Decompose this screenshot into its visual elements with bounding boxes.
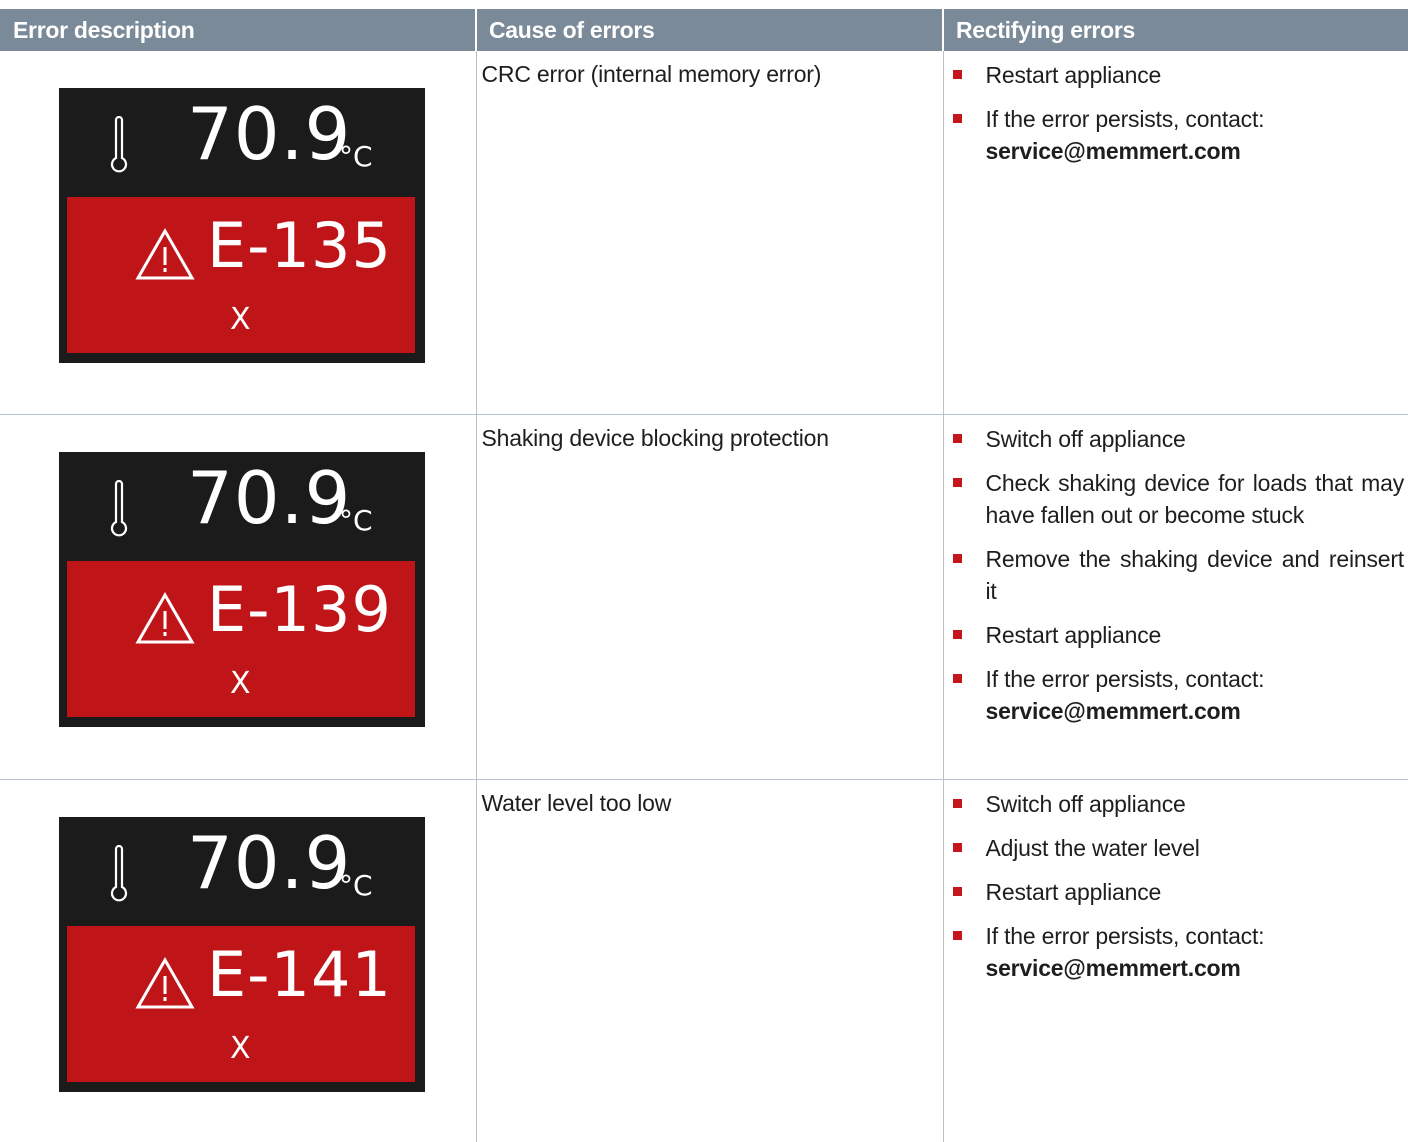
error-code: E-141 xyxy=(207,944,392,1006)
bullet-square-icon xyxy=(953,887,962,896)
device-display-panel: 70.9 °C E-135 X xyxy=(59,88,425,363)
error-description-cell: 70.9 °C E-135 X xyxy=(0,51,476,415)
cause-cell: Shaking device blocking protection xyxy=(476,415,943,780)
step-text: Remove the shaking device and reinsert i… xyxy=(986,546,1405,604)
list-item: If the error persists, contact: service@… xyxy=(944,663,1408,727)
temperature-unit: °C xyxy=(339,872,373,900)
error-code: E-139 xyxy=(207,579,392,641)
list-item: Switch off appliance xyxy=(944,423,1408,455)
bullet-square-icon xyxy=(953,931,962,940)
warning-triangle-icon xyxy=(135,227,195,281)
step-text: Restart appliance xyxy=(986,62,1162,88)
table-row: 70.9 °C E-141 X Water level t xyxy=(0,780,1408,1142)
close-icon[interactable]: X xyxy=(230,305,251,335)
temperature-value: 70.9 xyxy=(187,827,351,899)
error-alert-box: E-141 X xyxy=(67,926,415,1082)
step-text: Check shaking device for loads that may … xyxy=(986,470,1405,528)
thermometer-icon xyxy=(109,845,129,903)
step-text: Switch off appliance xyxy=(986,791,1186,817)
list-item: Switch off appliance xyxy=(944,788,1408,820)
rectify-cell: Restart appliance If the error persists,… xyxy=(943,51,1408,415)
contact-email: service@memmert.com xyxy=(986,695,1405,727)
bullet-square-icon xyxy=(953,674,962,683)
list-item: Restart appliance xyxy=(944,876,1408,908)
table-row: 70.9 °C E-139 X Shaking devic xyxy=(0,415,1408,780)
step-text: Restart appliance xyxy=(986,622,1162,648)
bullet-square-icon xyxy=(953,630,962,639)
error-alert-box: E-139 X xyxy=(67,561,415,717)
rectify-cell: Switch off appliance Check shaking devic… xyxy=(943,415,1408,780)
cause-cell: Water level too low xyxy=(476,780,943,1142)
thermometer-icon xyxy=(109,480,129,538)
bullet-square-icon xyxy=(953,114,962,123)
header-rectifying-errors: Rectifying errors xyxy=(943,9,1408,51)
contact-email: service@memmert.com xyxy=(986,135,1405,167)
temperature-value: 70.9 xyxy=(187,98,351,170)
temperature-line: 70.9 °C xyxy=(59,88,425,196)
device-display-panel: 70.9 °C E-139 X xyxy=(59,452,425,727)
error-table: Error description Cause of errors Rectif… xyxy=(0,9,1408,1142)
list-item: Remove the shaking device and reinsert i… xyxy=(944,543,1408,607)
warning-triangle-icon xyxy=(135,591,195,645)
list-item: Adjust the water level xyxy=(944,832,1408,864)
contact-email: service@memmert.com xyxy=(986,952,1405,984)
step-text: If the error persists, contact: xyxy=(986,666,1265,692)
thermometer-icon xyxy=(109,116,129,174)
error-alert-box: E-135 X xyxy=(67,197,415,353)
bullet-square-icon xyxy=(953,799,962,808)
rectify-steps-list: Switch off appliance Adjust the water le… xyxy=(944,788,1408,984)
error-description-cell: 70.9 °C E-141 X xyxy=(0,780,476,1142)
error-description-cell: 70.9 °C E-139 X xyxy=(0,415,476,780)
bullet-square-icon xyxy=(953,554,962,563)
rectify-steps-list: Restart appliance If the error persists,… xyxy=(944,59,1408,167)
cause-cell: CRC error (internal memory error) xyxy=(476,51,943,415)
close-icon[interactable]: X xyxy=(230,1034,251,1064)
bullet-square-icon xyxy=(953,843,962,852)
header-row: Error description Cause of errors Rectif… xyxy=(0,9,1408,51)
step-text: If the error persists, contact: xyxy=(986,923,1265,949)
step-text: Switch off appliance xyxy=(986,426,1186,452)
error-code: E-135 xyxy=(207,215,392,277)
table-row: 70.9 °C E-135 X CRC error (in xyxy=(0,51,1408,415)
list-item: Restart appliance xyxy=(944,619,1408,651)
step-text: Adjust the water level xyxy=(986,835,1200,861)
temperature-line: 70.9 °C xyxy=(59,452,425,560)
temperature-unit: °C xyxy=(339,143,373,171)
bullet-square-icon xyxy=(953,478,962,487)
step-text: Restart appliance xyxy=(986,879,1162,905)
list-item: If the error persists, contact: service@… xyxy=(944,103,1408,167)
list-item: Check shaking device for loads that may … xyxy=(944,467,1408,531)
cause-text: Shaking device blocking protection xyxy=(482,423,943,453)
list-item: Restart appliance xyxy=(944,59,1408,91)
header-error-description: Error description xyxy=(0,9,476,51)
cause-text: Water level too low xyxy=(482,788,943,818)
temperature-value: 70.9 xyxy=(187,462,351,534)
close-icon[interactable]: X xyxy=(230,669,251,699)
cause-text: CRC error (internal memory error) xyxy=(482,59,943,89)
bullet-square-icon xyxy=(953,70,962,79)
temperature-unit: °C xyxy=(339,507,373,535)
warning-triangle-icon xyxy=(135,956,195,1010)
device-display-panel: 70.9 °C E-141 X xyxy=(59,817,425,1092)
rectify-cell: Switch off appliance Adjust the water le… xyxy=(943,780,1408,1142)
temperature-line: 70.9 °C xyxy=(59,817,425,925)
header-cause-of-errors: Cause of errors xyxy=(476,9,943,51)
rectify-steps-list: Switch off appliance Check shaking devic… xyxy=(944,423,1408,727)
list-item: If the error persists, contact: service@… xyxy=(944,920,1408,984)
step-text: If the error persists, contact: xyxy=(986,106,1265,132)
bullet-square-icon xyxy=(953,434,962,443)
